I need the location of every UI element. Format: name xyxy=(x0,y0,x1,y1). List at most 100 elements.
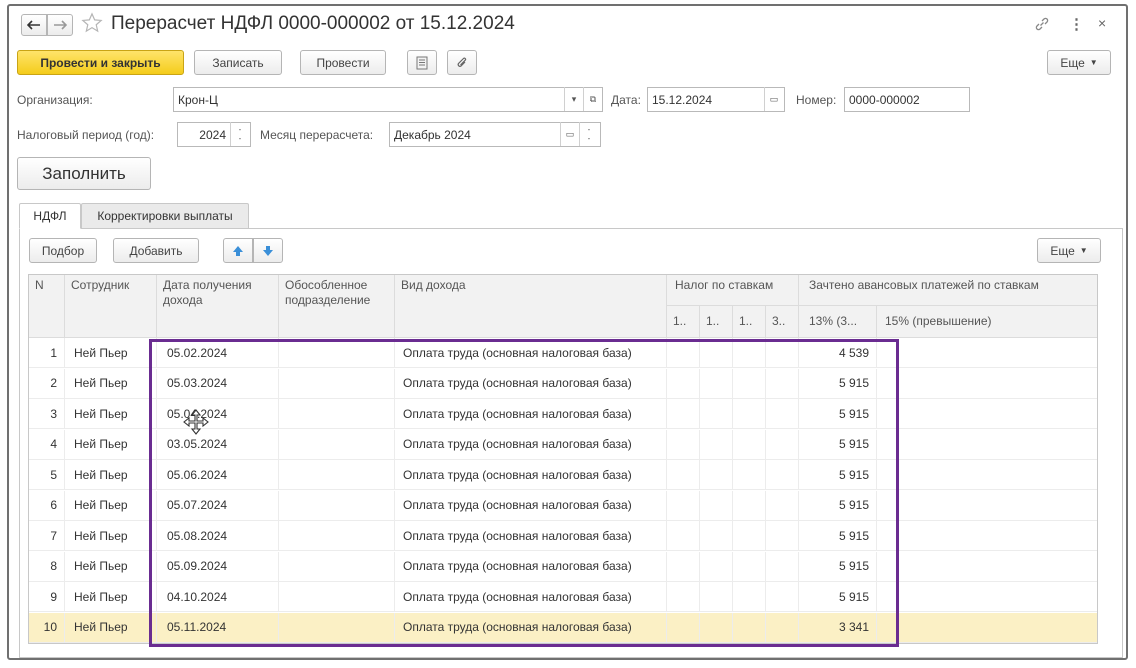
cell-n[interactable]: 10 xyxy=(29,613,65,642)
cell-tax-2[interactable] xyxy=(700,491,733,520)
add-button[interactable]: Добавить xyxy=(113,238,199,263)
table-row[interactable]: 2 Ней Пьер 05.03.2024 Оплата труда (основна… xyxy=(29,368,1097,399)
cell-tax-1[interactable] xyxy=(667,369,700,398)
table-more-button[interactable]: Еще ▼ xyxy=(1037,238,1101,263)
cell-tax-1[interactable] xyxy=(667,552,700,581)
cell-date[interactable]: 05.04.2024 xyxy=(157,399,279,428)
cell-adv-15[interactable] xyxy=(877,582,1097,611)
cell-subdivision[interactable] xyxy=(279,460,395,489)
cell-tax-3[interactable] xyxy=(733,369,766,398)
cell-adv-15[interactable] xyxy=(877,613,1097,642)
cell-subdivision[interactable] xyxy=(279,430,395,459)
cell-n[interactable]: 1 xyxy=(29,338,65,367)
table-row[interactable]: 9 Ней Пьер 04.10.2024 Оплата труда (основна… xyxy=(29,582,1097,612)
cell-tax-4[interactable] xyxy=(766,430,799,459)
header-adv-15[interactable]: 15% (превышение) xyxy=(877,306,1097,338)
cell-subdivision[interactable] xyxy=(279,491,395,520)
close-icon[interactable]: × xyxy=(1098,15,1106,31)
cell-tax-1[interactable] xyxy=(667,399,700,428)
cell-tax-1[interactable] xyxy=(667,521,700,550)
cell-tax-2[interactable] xyxy=(700,399,733,428)
cell-tax-3[interactable] xyxy=(733,338,766,367)
cell-date[interactable]: 05.11.2024 xyxy=(157,613,279,642)
org-dropdown-icon[interactable]: ▾ xyxy=(564,87,583,111)
cell-date[interactable]: 05.07.2024 xyxy=(157,491,279,520)
cell-income-type[interactable]: Оплата труда (основная налоговая база) xyxy=(395,399,667,428)
post-and-close-button[interactable]: Провести и закрыть xyxy=(17,50,184,75)
cell-tax-3[interactable] xyxy=(733,521,766,550)
table-row[interactable]: 10 Ней Пьер 05.11.2024 Оплата труда (основн… xyxy=(29,612,1097,643)
tab-ndfl[interactable]: НДФЛ xyxy=(19,203,81,229)
cell-adv-15[interactable] xyxy=(877,338,1097,367)
header-tax-col-4[interactable]: 3.. xyxy=(766,306,799,338)
cell-adv-13[interactable]: 5 915 xyxy=(799,552,877,581)
cell-tax-2[interactable] xyxy=(700,613,733,642)
cell-n[interactable]: 7 xyxy=(29,521,65,550)
cell-tax-2[interactable] xyxy=(700,369,733,398)
tab-payment-corrections[interactable]: Корректировки выплаты xyxy=(81,203,249,228)
forward-button[interactable] xyxy=(47,14,73,36)
post-button[interactable]: Провести xyxy=(300,50,386,75)
cell-employee[interactable]: Ней Пьер xyxy=(65,582,157,611)
cell-employee[interactable]: Ней Пьер xyxy=(65,491,157,520)
cell-adv-13[interactable]: 4 539 xyxy=(799,338,877,367)
cell-tax-2[interactable] xyxy=(700,521,733,550)
cell-date[interactable]: 05.02.2024 xyxy=(157,338,279,367)
cell-adv-15[interactable] xyxy=(877,521,1097,550)
month-field[interactable]: Декабрь 2024 ▭ -- xyxy=(389,122,601,147)
header-income-type[interactable]: Вид дохода xyxy=(395,275,667,338)
header-tax-col-2[interactable]: 1.. xyxy=(700,306,733,338)
cell-tax-4[interactable] xyxy=(766,338,799,367)
cell-adv-13[interactable]: 5 915 xyxy=(799,460,877,489)
cell-employee[interactable]: Ней Пьер xyxy=(65,613,157,642)
header-employee[interactable]: Сотрудник xyxy=(65,275,157,338)
cell-employee[interactable]: Ней Пьер xyxy=(65,460,157,489)
move-down-button[interactable] xyxy=(253,238,283,263)
cell-employee[interactable]: Ней Пьер xyxy=(65,521,157,550)
report-button[interactable] xyxy=(407,50,437,75)
header-n[interactable]: N xyxy=(29,275,65,338)
move-up-button[interactable] xyxy=(223,238,253,263)
cell-date[interactable]: 04.10.2024 xyxy=(157,582,279,611)
cell-income-type[interactable]: Оплата труда (основная налоговая база) xyxy=(395,369,667,398)
cell-income-type[interactable]: Оплата труда (основная налоговая база) xyxy=(395,613,667,642)
header-tax-col-3[interactable]: 1.. xyxy=(733,306,766,338)
cell-income-type[interactable]: Оплата труда (основная налоговая база) xyxy=(395,491,667,520)
more-button[interactable]: Еще ▼ xyxy=(1047,50,1111,75)
save-button[interactable]: Записать xyxy=(194,50,282,75)
cell-tax-4[interactable] xyxy=(766,491,799,520)
period-stepper[interactable]: -- xyxy=(230,122,249,146)
cell-tax-1[interactable] xyxy=(667,582,700,611)
period-field[interactable]: 2024 -- xyxy=(177,122,251,147)
table-row[interactable]: 6 Ней Пьер 05.07.2024 Оплата труда (основна… xyxy=(29,490,1097,521)
cell-tax-3[interactable] xyxy=(733,552,766,581)
cell-income-type[interactable]: Оплата труда (основная налоговая база) xyxy=(395,521,667,550)
cell-adv-15[interactable] xyxy=(877,491,1097,520)
cell-tax-1[interactable] xyxy=(667,491,700,520)
cell-date[interactable]: 03.05.2024 xyxy=(157,430,279,459)
cell-adv-13[interactable]: 5 915 xyxy=(799,369,877,398)
pick-button[interactable]: Подбор xyxy=(29,238,97,263)
back-button[interactable] xyxy=(21,14,47,36)
cell-adv-13[interactable]: 5 915 xyxy=(799,399,877,428)
cell-date[interactable]: 05.03.2024 xyxy=(157,369,279,398)
cell-tax-4[interactable] xyxy=(766,399,799,428)
cell-tax-4[interactable] xyxy=(766,552,799,581)
cell-n[interactable]: 2 xyxy=(29,369,65,398)
cell-tax-1[interactable] xyxy=(667,460,700,489)
cell-tax-3[interactable] xyxy=(733,613,766,642)
cell-n[interactable]: 8 xyxy=(29,552,65,581)
cell-tax-1[interactable] xyxy=(667,613,700,642)
cell-n[interactable]: 4 xyxy=(29,430,65,459)
cell-income-type[interactable]: Оплата труда (основная налоговая база) xyxy=(395,552,667,581)
cell-adv-15[interactable] xyxy=(877,369,1097,398)
cell-n[interactable]: 9 xyxy=(29,582,65,611)
cell-income-type[interactable]: Оплата труда (основная налоговая база) xyxy=(395,338,667,367)
cell-subdivision[interactable] xyxy=(279,338,395,367)
cell-tax-3[interactable] xyxy=(733,430,766,459)
header-adv-13[interactable]: 13% (3... xyxy=(799,306,877,338)
cell-n[interactable]: 6 xyxy=(29,491,65,520)
cell-employee[interactable]: Ней Пьер xyxy=(65,338,157,367)
cell-adv-15[interactable] xyxy=(877,399,1097,428)
cell-tax-4[interactable] xyxy=(766,582,799,611)
